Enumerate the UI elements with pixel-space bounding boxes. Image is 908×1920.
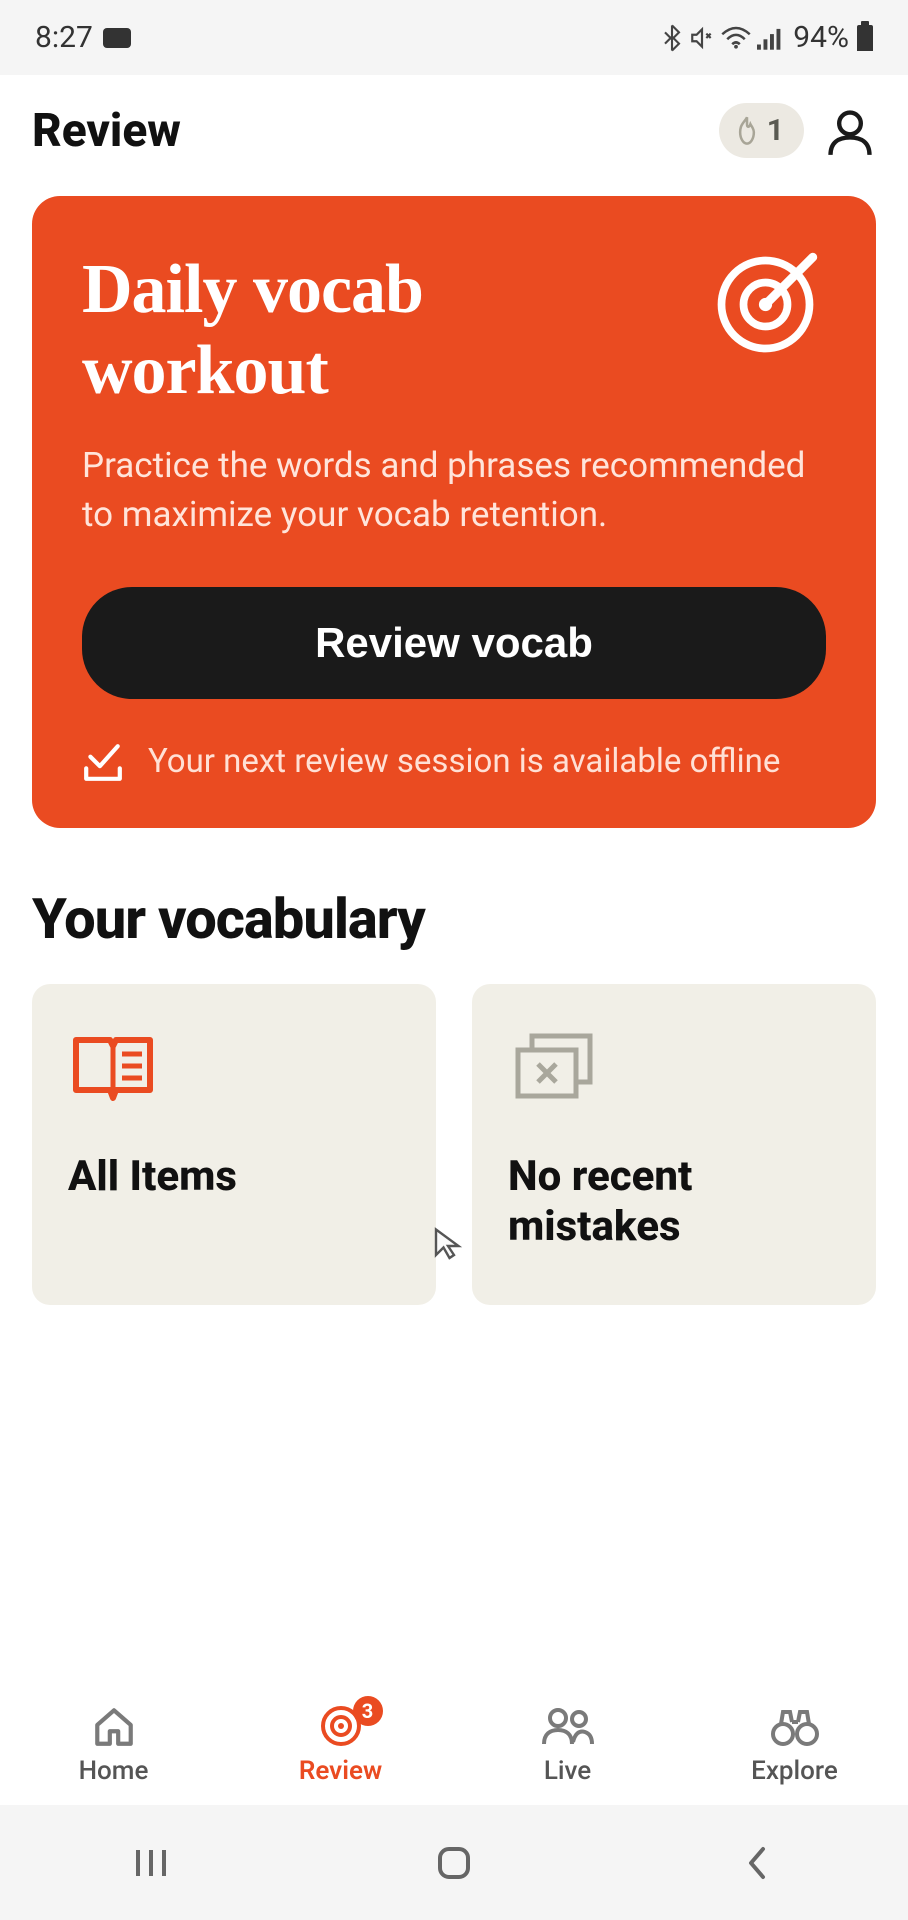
recent-apps-button[interactable] bbox=[91, 1838, 211, 1888]
app-header: Review 1 bbox=[0, 75, 908, 178]
mistakes-card[interactable]: No recent mistakes bbox=[472, 984, 876, 1305]
target-icon bbox=[716, 244, 826, 354]
workout-title-line2: workout bbox=[82, 331, 423, 412]
back-button[interactable] bbox=[697, 1838, 817, 1888]
status-right: 94% bbox=[661, 20, 873, 55]
camera-icon bbox=[103, 28, 131, 48]
nav-live-label: Live bbox=[544, 1756, 591, 1786]
nav-review-badge: 3 bbox=[353, 1696, 383, 1726]
offline-text: Your next review session is available of… bbox=[148, 741, 780, 784]
wifi-icon bbox=[721, 26, 751, 50]
offline-row: Your next review session is available of… bbox=[82, 741, 826, 784]
vocab-cards: All Items No recent mistakes bbox=[32, 984, 876, 1305]
mistakes-label: No recent mistakes bbox=[508, 1152, 840, 1253]
mute-icon bbox=[689, 25, 715, 51]
workout-title: Daily vocab workout bbox=[82, 250, 423, 411]
system-nav bbox=[0, 1805, 908, 1920]
bluetooth-icon bbox=[661, 24, 683, 52]
all-items-label: All Items bbox=[68, 1152, 400, 1202]
nav-home[interactable]: Home bbox=[24, 1704, 204, 1786]
battery-icon bbox=[857, 25, 873, 51]
profile-icon[interactable] bbox=[824, 105, 876, 157]
workout-title-line1: Daily vocab bbox=[82, 250, 423, 331]
streak-count: 1 bbox=[767, 113, 784, 148]
review-vocab-button[interactable]: Review vocab bbox=[82, 587, 826, 699]
people-icon bbox=[541, 1704, 595, 1748]
nav-review-label: Review bbox=[299, 1756, 382, 1786]
nav-home-label: Home bbox=[79, 1756, 149, 1786]
status-left: 8:27 bbox=[35, 20, 131, 55]
page-title: Review bbox=[32, 104, 181, 158]
download-check-icon bbox=[82, 741, 124, 783]
status-bar: 8:27 94% bbox=[0, 0, 908, 75]
workout-description: Practice the words and phrases recommend… bbox=[82, 441, 826, 539]
streak-badge[interactable]: 1 bbox=[719, 103, 804, 158]
status-time: 8:27 bbox=[35, 20, 93, 55]
home-button[interactable] bbox=[394, 1838, 514, 1888]
bottom-nav: Home 3 Review Live bbox=[0, 1685, 908, 1805]
flame-icon bbox=[733, 115, 761, 147]
header-right: 1 bbox=[719, 103, 876, 158]
battery-percentage: 94% bbox=[793, 20, 849, 55]
nav-live[interactable]: Live bbox=[478, 1704, 658, 1786]
open-book-icon bbox=[68, 1028, 158, 1108]
nav-explore-label: Explore bbox=[751, 1756, 838, 1786]
all-items-card[interactable]: All Items bbox=[32, 984, 436, 1305]
vocabulary-heading: Your vocabulary bbox=[32, 886, 876, 952]
cards-x-icon bbox=[508, 1028, 598, 1108]
signal-icon bbox=[757, 26, 783, 50]
nav-explore[interactable]: Explore bbox=[705, 1704, 885, 1786]
nav-review[interactable]: 3 Review bbox=[251, 1704, 431, 1786]
binoculars-icon bbox=[768, 1704, 822, 1748]
home-icon bbox=[91, 1704, 137, 1748]
daily-workout-card: Daily vocab workout Practice the words a… bbox=[32, 196, 876, 828]
